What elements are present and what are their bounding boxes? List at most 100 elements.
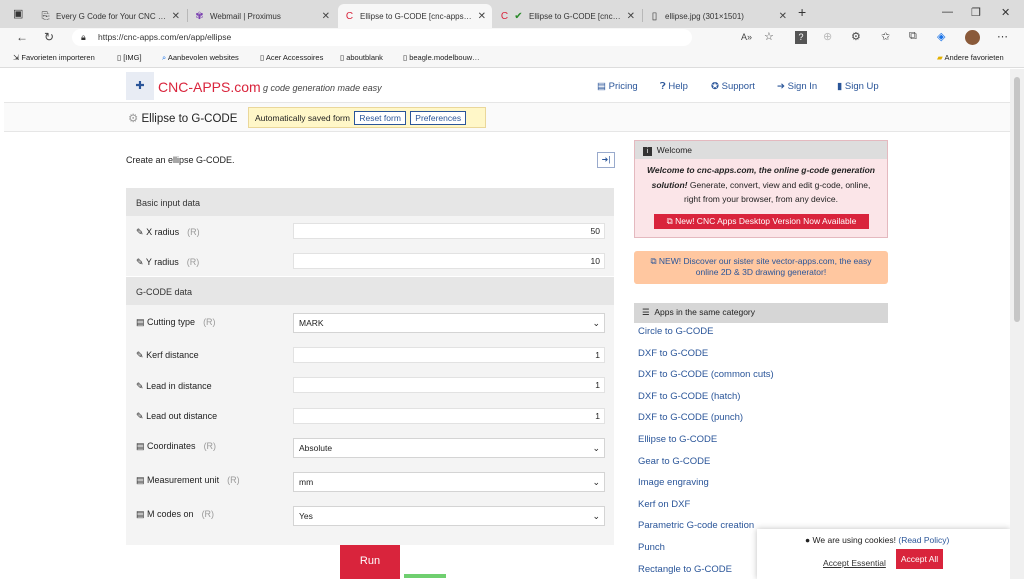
- cutting-type-label: ▤ Cutting type (R): [136, 317, 216, 327]
- section-gcode-data: G-CODE data: [126, 277, 614, 305]
- browser-tab-5[interactable]: ▯ ellipse.jpg (301×1501) ✕: [643, 4, 793, 28]
- category-link[interactable]: Image engraving: [638, 477, 774, 499]
- category-link[interactable]: Punch: [638, 542, 774, 564]
- page-title: ⚙ Ellipse to G-CODE: [128, 113, 238, 125]
- y-radius-input[interactable]: 10: [293, 253, 605, 269]
- web-page: ✚ CNC-APPS.com g code generation made ea…: [4, 69, 1010, 579]
- pricing-icon: ▤: [597, 81, 609, 92]
- vector-apps-link[interactable]: ⧉ NEW! Discover our sister site vector-a…: [634, 251, 888, 284]
- nav-signin[interactable]: ➔ Sign In: [777, 81, 817, 92]
- chevron-down-icon: ⌄: [592, 477, 600, 487]
- intro-text: Create an ellipse G-CODE.: [126, 155, 235, 165]
- lead-in-input[interactable]: 1: [293, 377, 605, 393]
- site-logo[interactable]: CNC-APPS.com: [158, 79, 261, 95]
- tab-actions-icon[interactable]: ▣: [13, 7, 23, 20]
- minimize-icon[interactable]: —: [942, 6, 953, 18]
- lead-out-input[interactable]: 1: [293, 408, 605, 424]
- measurement-unit-select[interactable]: mm ⌄: [293, 472, 605, 492]
- run-button[interactable]: Run: [340, 545, 400, 579]
- read-aloud-icon[interactable]: A»: [741, 32, 752, 42]
- category-link[interactable]: Parametric G-code creation: [638, 520, 774, 542]
- autosave-box: Automatically saved form Reset form Pref…: [248, 107, 486, 128]
- favorite-acer[interactable]: ▯ Acer Accessoires: [260, 53, 323, 62]
- read-policy-link[interactable]: (Read Policy): [898, 535, 949, 545]
- profile-avatar[interactable]: [965, 30, 980, 45]
- favorite-aboutblank[interactable]: ▯ aboutblank: [340, 53, 383, 62]
- signup-icon: ▮: [837, 81, 845, 92]
- close-tab-icon[interactable]: ✕: [478, 11, 486, 22]
- refresh-icon[interactable]: ↻: [44, 30, 54, 44]
- coordinates-select[interactable]: Absolute ⌄: [293, 438, 605, 458]
- collapse-sidebar-icon[interactable]: ➜|: [597, 152, 615, 168]
- extension-icon[interactable]: ?: [795, 31, 807, 44]
- desktop-version-button[interactable]: ⧉ New! CNC Apps Desktop Version Now Avai…: [654, 214, 869, 229]
- page-icon: ⎘: [41, 10, 50, 22]
- list-icon: ▤: [136, 475, 145, 485]
- chevron-down-icon: ⌄: [592, 511, 600, 521]
- favorite-other[interactable]: ▰ Andere favorieten: [937, 53, 1004, 62]
- cookie-banner: ● We are using cookies! (Read Policy) Ac…: [757, 529, 1010, 579]
- close-tab-icon[interactable]: ✕: [627, 11, 635, 22]
- favorites-bar: ⇲ Favorieten importeren ▯ [IMG] ⌕ Aanbev…: [0, 48, 1024, 68]
- collections-icon[interactable]: ⧉: [909, 30, 917, 43]
- list-icon: ☰: [642, 307, 650, 317]
- kerf-input[interactable]: 1: [293, 347, 605, 363]
- y-radius-label: ✎ Y radius (R): [136, 257, 200, 267]
- url-field[interactable]: 🔒︎ https://cnc-apps.com/en/app/ellipse: [72, 29, 692, 46]
- window-close-icon[interactable]: ✕: [1001, 6, 1010, 19]
- category-link[interactable]: Circle to G-CODE: [638, 326, 774, 348]
- nav-help[interactable]: ❓︎ Help: [660, 81, 688, 92]
- category-link[interactable]: Rectangle to G-CODE: [638, 564, 774, 579]
- support-icon: ✪: [711, 81, 722, 92]
- category-link[interactable]: Ellipse to G-CODE: [638, 434, 774, 456]
- nav-support[interactable]: ✪ Support: [711, 81, 755, 92]
- chevron-down-icon: ⌄: [592, 443, 600, 453]
- category-links: Circle to G-CODE DXF to G-CODE DXF to G-…: [638, 326, 774, 579]
- accept-essential-button[interactable]: Accept Essential: [823, 558, 886, 568]
- browser-tab-1[interactable]: ⎘ Every G Code for Your CNC (The ✕: [34, 4, 186, 28]
- more-menu-icon[interactable]: ⋯: [997, 30, 1008, 43]
- m-codes-select[interactable]: Yes ⌄: [293, 506, 605, 526]
- close-tab-icon[interactable]: ✕: [172, 11, 180, 22]
- gear-icon: ⚙: [128, 113, 142, 125]
- favorite-img[interactable]: ▯ [IMG]: [117, 53, 142, 62]
- favorite-star-icon[interactable]: ☆: [764, 30, 774, 43]
- cutting-type-select[interactable]: MARK ⌄: [293, 313, 605, 333]
- chevron-down-icon: ⌄: [592, 318, 600, 328]
- category-link[interactable]: Kerf on DXF: [638, 499, 774, 521]
- back-icon[interactable]: ←: [16, 30, 28, 44]
- site-tagline: g code generation made easy: [263, 83, 382, 93]
- scrollbar-thumb[interactable]: [1014, 77, 1020, 322]
- favorite-aanbevolen[interactable]: ⌕ Aanbevolen websites: [162, 53, 239, 63]
- menu-toggle-icon[interactable]: ✚: [126, 72, 154, 100]
- browser-essentials-icon[interactable]: ◈: [937, 30, 945, 43]
- close-tab-icon[interactable]: ✕: [322, 11, 330, 22]
- pencil-icon: ✎: [136, 381, 144, 391]
- reset-form-button[interactable]: Reset form: [354, 111, 406, 125]
- nav-pricing[interactable]: ▤ Pricing: [597, 81, 638, 92]
- accept-all-button[interactable]: Accept All: [896, 549, 943, 569]
- browser-tab-3-active[interactable]: C Ellipse to G-CODE [cnc-apps.com ✕: [338, 4, 492, 28]
- category-link[interactable]: Gear to G-CODE: [638, 456, 774, 478]
- favorites-icon[interactable]: ✩: [881, 30, 890, 43]
- category-link[interactable]: DXF to G-CODE: [638, 348, 774, 370]
- browser-tab-4[interactable]: C ✔ Ellipse to G-CODE [cnc-apps.co ✕: [493, 4, 641, 28]
- lock-icon: 🔒︎: [81, 32, 86, 42]
- extensions-puzzle-icon[interactable]: ⚙: [851, 30, 861, 43]
- favorite-beagle[interactable]: ▯ beagle.modelbouw…: [403, 53, 480, 62]
- maximize-icon[interactable]: ❐: [971, 6, 981, 19]
- favorite-import[interactable]: ⇲ Favorieten importeren: [13, 53, 95, 62]
- page-scrollbar[interactable]: [1010, 69, 1024, 579]
- x-radius-input[interactable]: 50: [293, 223, 605, 239]
- extension2-icon[interactable]: ⊕: [823, 30, 832, 43]
- nav-signup[interactable]: ▮ Sign Up: [837, 81, 879, 92]
- close-tab-icon[interactable]: ✕: [779, 11, 787, 22]
- external-link-icon: ⧉: [666, 216, 676, 226]
- new-tab-icon[interactable]: +: [798, 4, 806, 20]
- category-link[interactable]: DXF to G-CODE (hatch): [638, 391, 774, 413]
- browser-tab-2[interactable]: ✾ Webmail | Proximus ✕: [188, 4, 336, 28]
- category-link[interactable]: DXF to G-CODE (punch): [638, 412, 774, 434]
- category-link[interactable]: DXF to G-CODE (common cuts): [638, 369, 774, 391]
- preferences-button[interactable]: Preferences: [410, 111, 467, 125]
- list-icon: ▤: [136, 317, 145, 327]
